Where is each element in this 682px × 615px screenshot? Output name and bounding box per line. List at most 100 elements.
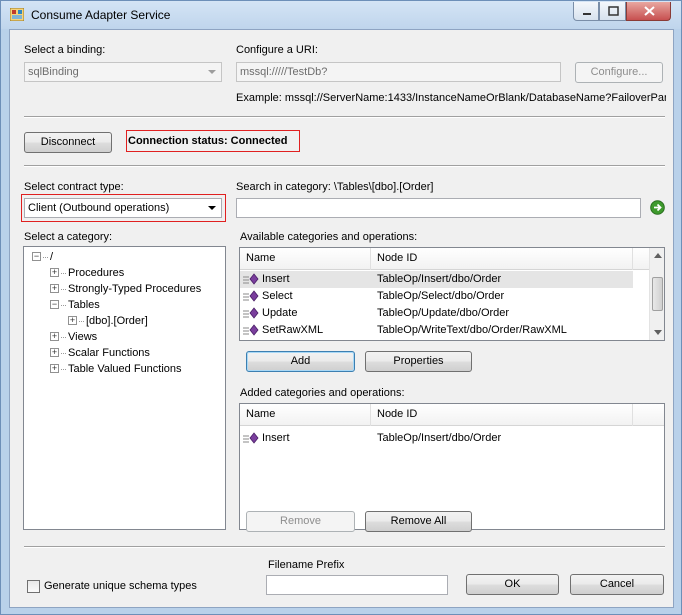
- tree-item-label: Procedures: [68, 267, 125, 279]
- category-label: Select a category:: [24, 231, 113, 243]
- expand-icon[interactable]: +: [50, 348, 59, 357]
- tree-connector: [61, 305, 66, 306]
- expand-icon[interactable]: +: [50, 364, 59, 373]
- uri-example: Example: mssql://ServerName:1433/Instanc…: [236, 92, 666, 104]
- maximize-button[interactable]: [599, 2, 626, 21]
- operation-node-id: TableOp/Select/dbo/Order: [377, 290, 505, 302]
- separator: [24, 116, 665, 118]
- list-row[interactable]: SetRawXML TableOp/WriteText/dbo/Order/Raw…: [240, 322, 633, 339]
- operation-name: SetRawXML: [262, 324, 324, 336]
- window-title: Consume Adapter Service: [31, 8, 171, 22]
- consume-adapter-service-window: Consume Adapter Service Select a binding…: [0, 0, 682, 615]
- tree-item-label: Views: [68, 331, 98, 343]
- add-button[interactable]: Add: [246, 351, 355, 372]
- uri-field[interactable]: mssql://///TestDb?: [236, 62, 561, 82]
- operation-name: Insert: [262, 273, 290, 285]
- ok-button[interactable]: OK: [466, 574, 559, 595]
- app-icon: [10, 8, 24, 21]
- search-go-icon[interactable]: [650, 200, 665, 215]
- column-header-name[interactable]: Name: [246, 252, 275, 264]
- operation-icon: [243, 307, 259, 319]
- expand-icon[interactable]: +: [50, 284, 59, 293]
- maximize-icon: [608, 6, 619, 16]
- collapse-icon[interactable]: −: [32, 252, 41, 261]
- tree-item-label: Tables: [68, 299, 100, 311]
- available-operations-list[interactable]: Name Node ID Insert TableOp/Insert/dbo/Or…: [239, 247, 665, 341]
- list-row[interactable]: Insert TableOp/Insert/dbo/Order: [240, 430, 633, 447]
- configure-button[interactable]: Configure...: [575, 62, 663, 83]
- binding-label: Select a binding:: [24, 44, 106, 56]
- separator: [24, 165, 665, 167]
- column-header-node-id[interactable]: Node ID: [377, 408, 417, 420]
- binding-select[interactable]: sqlBinding: [24, 62, 222, 82]
- operation-icon: [243, 324, 259, 336]
- separator: [24, 546, 665, 548]
- operation-icon: [243, 273, 259, 285]
- connection-status: Connection status: Connected: [128, 135, 288, 147]
- available-list-header: Name Node ID: [240, 248, 650, 270]
- tree-connector: [79, 321, 84, 322]
- added-operations-label: Added categories and operations:: [240, 387, 405, 399]
- remove-all-button[interactable]: Remove All: [365, 511, 472, 532]
- operation-name: Select: [262, 290, 293, 302]
- tree-connector: [61, 289, 66, 290]
- tree-item-label: Strongly-Typed Procedures: [68, 283, 202, 295]
- available-operations-label: Available categories and operations:: [240, 231, 418, 243]
- uri-label: Configure a URI:: [236, 44, 318, 56]
- operation-icon: [243, 290, 259, 302]
- tree-connector: [61, 273, 66, 274]
- properties-button[interactable]: Properties: [365, 351, 472, 372]
- tree-item-label: /: [50, 251, 54, 263]
- dialog-client-area: Select a binding: sqlBinding Configure a…: [9, 29, 674, 608]
- tree-item-label: Scalar Functions: [68, 347, 150, 359]
- disconnect-button[interactable]: Disconnect: [24, 132, 112, 153]
- search-category-label: Search in category: \Tables\[dbo].[Order…: [236, 181, 434, 193]
- tree-connector: [43, 257, 48, 258]
- minimize-button[interactable]: [573, 2, 599, 21]
- tree-connector: [61, 369, 66, 370]
- close-button[interactable]: [626, 2, 671, 21]
- search-input[interactable]: [236, 198, 641, 218]
- scroll-up-icon[interactable]: [654, 253, 662, 258]
- contract-type-select[interactable]: Client (Outbound operations): [24, 198, 222, 218]
- cancel-button[interactable]: Cancel: [570, 574, 664, 595]
- column-header-name[interactable]: Name: [246, 408, 275, 420]
- remove-button[interactable]: Remove: [246, 511, 355, 532]
- category-tree[interactable]: − / + Procedures + Strongly-Typed Procedures −…: [23, 246, 226, 530]
- collapse-icon[interactable]: −: [50, 300, 59, 309]
- scrollbar-thumb[interactable]: [652, 277, 663, 311]
- scroll-down-icon[interactable]: [654, 330, 662, 335]
- operation-name: Update: [262, 307, 298, 319]
- column-divider[interactable]: [370, 404, 371, 426]
- vertical-scrollbar[interactable]: [649, 248, 664, 340]
- title-bar[interactable]: Consume Adapter Service: [1, 1, 681, 29]
- expand-icon[interactable]: +: [68, 316, 77, 325]
- minimize-icon: [583, 13, 591, 15]
- operation-node-id: TableOp/Insert/dbo/Order: [377, 432, 502, 444]
- tree-item-label: [dbo].[Order]: [86, 315, 148, 327]
- filename-prefix-input[interactable]: [266, 575, 448, 595]
- operation-node-id: TableOp/Insert/dbo/Order: [377, 273, 502, 285]
- uri-value: mssql://///TestDb?: [240, 66, 328, 78]
- operation-name: Insert: [262, 432, 290, 444]
- list-row[interactable]: Select TableOp/Select/dbo/Order: [240, 288, 633, 305]
- column-header-node-id[interactable]: Node ID: [377, 252, 417, 264]
- column-divider[interactable]: [370, 248, 371, 270]
- filename-prefix-label: Filename Prefix: [268, 559, 345, 571]
- expand-icon[interactable]: +: [50, 268, 59, 277]
- contract-type-value: Client (Outbound operations): [28, 202, 170, 214]
- unique-schema-checkbox[interactable]: [27, 580, 40, 593]
- column-divider[interactable]: [632, 404, 633, 426]
- tree-connector: [61, 353, 66, 354]
- operation-node-id: TableOp/Update/dbo/Order: [377, 307, 510, 319]
- contract-type-label: Select contract type:: [24, 181, 124, 193]
- list-row[interactable]: Update TableOp/Update/dbo/Order: [240, 305, 633, 322]
- unique-schema-label: Generate unique schema types: [44, 580, 197, 592]
- chevron-down-icon: [208, 70, 216, 74]
- column-divider[interactable]: [632, 248, 633, 270]
- added-list-header: Name Node ID: [240, 404, 664, 426]
- list-row[interactable]: Insert TableOp/Insert/dbo/Order: [240, 271, 633, 288]
- binding-value: sqlBinding: [28, 66, 79, 78]
- close-icon: [644, 6, 655, 16]
- expand-icon[interactable]: +: [50, 332, 59, 341]
